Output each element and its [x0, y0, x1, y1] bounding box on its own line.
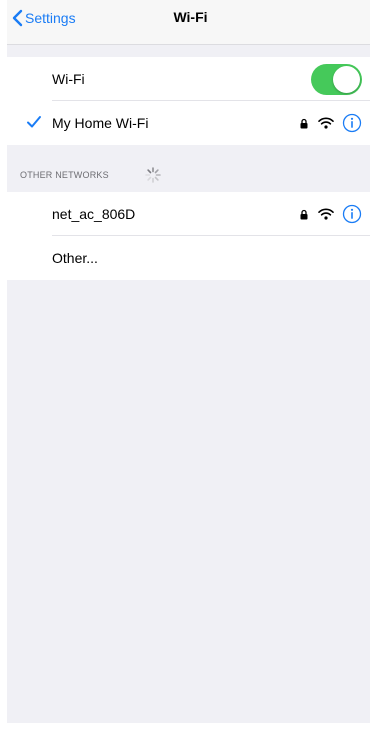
wifi-group: Wi-Fi My Home Wi-Fi	[7, 57, 370, 145]
wifi-toggle-row: Wi-Fi	[7, 57, 370, 101]
network-name: net_ac_806D	[52, 206, 136, 222]
other-networks-group: net_ac_806D Other...	[7, 192, 370, 280]
connected-network-row[interactable]: My Home Wi-Fi	[7, 101, 370, 145]
wifi-toggle-switch[interactable]	[311, 64, 362, 95]
network-row[interactable]: net_ac_806D	[7, 192, 370, 236]
page-title: Wi-Fi	[173, 9, 208, 25]
connected-network-name: My Home Wi-Fi	[52, 115, 149, 131]
lock-icon	[300, 118, 308, 128]
wifi-signal-icon	[318, 208, 334, 220]
info-icon[interactable]	[342, 113, 362, 133]
spinner-icon	[145, 167, 161, 183]
other-network-label: Other...	[52, 250, 98, 266]
lock-icon	[300, 209, 308, 219]
navigation-bar: Settings Wi-Fi	[7, 0, 370, 45]
other-networks-header: OTHER NETWORKS	[7, 145, 370, 192]
wifi-signal-icon	[318, 117, 334, 129]
wifi-settings-screen: Settings Wi-Fi Wi-Fi My Home Wi-Fi OTHER…	[7, 0, 370, 723]
toggle-knob	[333, 66, 360, 93]
wifi-toggle-label: Wi-Fi	[52, 71, 85, 87]
section-header-label: OTHER NETWORKS	[20, 170, 109, 180]
info-icon[interactable]	[342, 204, 362, 224]
checkmark-icon	[27, 116, 41, 128]
other-network-row[interactable]: Other...	[7, 236, 370, 280]
